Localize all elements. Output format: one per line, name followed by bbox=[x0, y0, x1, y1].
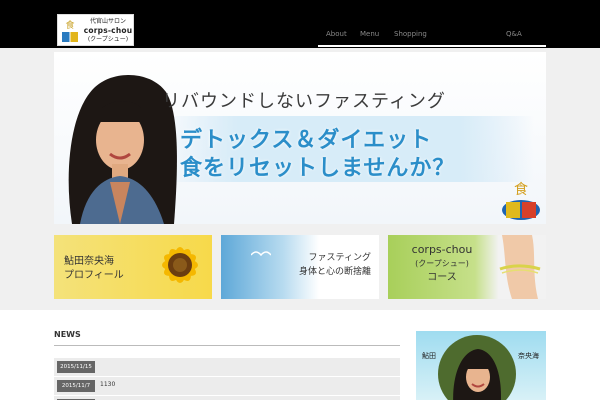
news-item[interactable] bbox=[54, 396, 400, 400]
nav-underline bbox=[318, 45, 546, 47]
hero-banner[interactable]: リバウンドしないファスティング デトックス＆ダイエット 食をリセットしませんか？… bbox=[54, 52, 546, 224]
nav-item-menu[interactable]: Menu bbox=[360, 30, 379, 38]
profile-given-name: 奈央海 bbox=[518, 352, 539, 360]
profile-photo-image bbox=[438, 335, 516, 400]
logo-line3: (クープシュー) bbox=[87, 36, 129, 43]
hero-headline-2: 食をリセットしませんか？ bbox=[180, 156, 456, 181]
profile-widget[interactable]: 鮎田 奈央海 bbox=[416, 331, 546, 400]
banner-profile-text: 鮎田奈央海 プロフィール bbox=[64, 255, 124, 283]
site-header: 食 代官山サロン corps-chou (クープシュー) About Menu … bbox=[0, 0, 600, 48]
profile-surname: 鮎田 bbox=[422, 352, 436, 360]
site-logo[interactable]: 食 代官山サロン corps-chou (クープシュー) bbox=[57, 14, 134, 46]
banner-fasting-subtitle: 身体と心の断捨離 bbox=[298, 267, 371, 277]
banner-course-label: コース bbox=[427, 272, 457, 283]
logo-line2: corps-chou bbox=[83, 26, 133, 35]
svg-text:食: 食 bbox=[65, 19, 74, 31]
nav-item-about[interactable]: About bbox=[326, 30, 347, 38]
news-date-badge: 2015/11/15 bbox=[57, 361, 95, 373]
banner-course-brand: corps-chou bbox=[411, 243, 473, 256]
banner-course-reading: (クープシュー) bbox=[415, 259, 469, 268]
sunflower-icon bbox=[162, 247, 198, 283]
banner-fasting[interactable]: ファスティング 身体と心の断捨離 bbox=[221, 235, 379, 299]
logo-line1: 代官山サロン bbox=[89, 18, 126, 25]
nav-item-shopping[interactable]: Shopping bbox=[394, 30, 427, 38]
news-item[interactable]: 2015/11/15 bbox=[54, 358, 400, 376]
profile-portrait-icon bbox=[453, 349, 501, 400]
logo-mark-icon: 食 bbox=[61, 18, 79, 44]
news-divider bbox=[54, 345, 400, 346]
news-heading: NEWS bbox=[54, 330, 81, 339]
banner-course-text: corps-chou (クープシュー) コース bbox=[396, 243, 488, 285]
news-item-text: 1130 bbox=[100, 381, 116, 388]
body-figure-image bbox=[499, 235, 541, 299]
corps-chou-mark-icon: 食 bbox=[502, 181, 540, 220]
banner-fasting-text: ファスティング 身体と心の断捨離 bbox=[299, 251, 371, 279]
svg-text:食: 食 bbox=[514, 181, 528, 198]
logo-text: 代官山サロン corps-chou (クープシュー) bbox=[82, 17, 134, 44]
hero-tagline: リバウンドしないファスティング bbox=[162, 91, 446, 112]
bird-icon bbox=[251, 251, 271, 257]
nav-item-qa[interactable]: Q&A bbox=[506, 30, 522, 38]
news-item[interactable]: 2015/11/7 1130 bbox=[54, 377, 400, 395]
banner-course[interactable]: corps-chou (クープシュー) コース bbox=[388, 235, 546, 299]
banner-fasting-title: ファスティング bbox=[308, 253, 371, 263]
main-nav: About Menu Shopping Q&A bbox=[318, 26, 546, 46]
banner-profile-name: 鮎田奈央海 bbox=[64, 256, 114, 267]
news-date-badge: 2015/11/7 bbox=[57, 380, 95, 392]
banner-profile[interactable]: 鮎田奈央海 プロフィール bbox=[54, 235, 212, 299]
banner-profile-label: プロフィール bbox=[64, 270, 124, 281]
